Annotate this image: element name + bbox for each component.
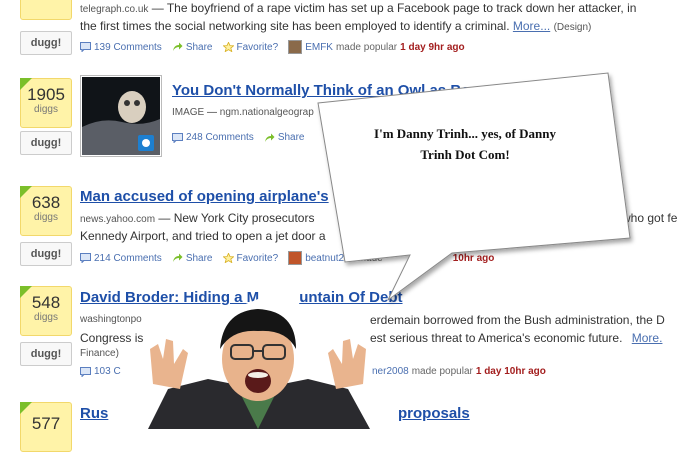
digg-count-label: diggs	[34, 212, 58, 223]
desc-line-2-right: est serious threat to America's economic…	[370, 330, 662, 346]
story-3: 638 diggs dugg! Man accused of opening a…	[0, 180, 680, 270]
share-arrow-icon	[172, 42, 183, 51]
bubble-line-1: I'm Danny Trinh... yes, of Danny	[374, 126, 556, 141]
screaming-person-photo	[128, 299, 383, 429]
favorite-link[interactable]: Favorite?	[237, 42, 279, 53]
story-1: diggs dugg! telegraph.co.uk — The boyfri…	[0, 0, 680, 60]
made-popular-text: made popular	[335, 41, 398, 53]
desc-right-fragment: who got fe	[622, 211, 678, 225]
star-icon	[222, 42, 234, 52]
bubble-line-2: Trinh Dot Com!	[420, 147, 510, 162]
more-link[interactable]: More.	[632, 331, 663, 345]
story-meta: 139 Comments Share Favorite? EMFK made p…	[80, 40, 465, 54]
desc-line-2: the first times the social networking si…	[80, 19, 510, 33]
story-meta: 214 Comments Share Favorite? beatnut2k4 …	[80, 251, 494, 265]
digg-count-box[interactable]: diggs	[20, 0, 72, 20]
popular-corner-marker	[20, 286, 32, 298]
dugg-button[interactable]: dugg!	[20, 242, 72, 266]
story-title-fragment-left[interactable]: Rus	[80, 405, 108, 422]
popular-time: 1 day 9hr ago	[400, 41, 465, 53]
story-source[interactable]: ngm.nationalgeograp	[220, 107, 314, 118]
username[interactable]: beatnut2k4	[305, 253, 355, 264]
made-popular-text: made popular	[411, 366, 473, 377]
comment-icon	[80, 366, 91, 377]
user-avatar[interactable]	[288, 40, 303, 54]
user-avatar[interactable]	[288, 251, 303, 265]
story-source[interactable]: news.yahoo.com	[80, 214, 155, 225]
story-description: news.yahoo.com — New York City prosecuto…	[80, 211, 326, 243]
username[interactable]: EMFK	[305, 42, 333, 53]
more-link[interactable]: More...	[513, 19, 550, 33]
digg-count-label: diggs	[34, 104, 58, 115]
story-thumbnail[interactable]	[80, 75, 162, 157]
comments-link[interactable]: 139 Comments	[94, 42, 162, 53]
digg-count-box[interactable]: 548 diggs	[20, 286, 72, 336]
share-link[interactable]: Share	[186, 253, 213, 264]
favorite-link[interactable]: Favorite?	[237, 253, 279, 264]
digg-count-box[interactable]: 1905 diggs	[20, 78, 72, 128]
dugg-button[interactable]: dugg!	[20, 342, 72, 366]
digg-count-box[interactable]: 577	[20, 402, 72, 452]
share-arrow-icon	[172, 253, 183, 262]
digg-count-box[interactable]: 638 diggs	[20, 186, 72, 236]
desc-right-fragment: erdemain borrowed from the Bush administ…	[370, 313, 665, 327]
comments-link[interactable]: 248 Comments	[186, 132, 254, 143]
made-popular-text: made	[357, 252, 383, 264]
story-source-line: IMAGE — ngm.nationalgeograp	[172, 107, 314, 118]
share-link[interactable]: Share	[278, 132, 305, 143]
desc-line-2: Kennedy Airport, and tried to open a jet…	[80, 229, 326, 243]
image-type-label: IMAGE	[172, 107, 205, 118]
story-topic[interactable]: (Design)	[554, 22, 592, 33]
story-title-link[interactable]: You Don't Normally Think of an Owl as Be	[172, 82, 470, 99]
desc-line-1: New York City prosecutors	[173, 211, 315, 225]
story-description: telegraph.co.uk — The boyfriend of a rap…	[80, 0, 680, 36]
dash: —	[148, 1, 167, 15]
speech-bubble-text: I'm Danny Trinh... yes, of Danny Trinh D…	[345, 123, 585, 165]
comment-icon	[172, 132, 183, 143]
dugg-button[interactable]: dugg!	[20, 131, 72, 155]
popular-time: 10hr ago	[452, 252, 495, 264]
dugg-button[interactable]: dugg!	[20, 31, 72, 55]
popular-corner-marker	[20, 402, 32, 414]
star-icon	[222, 253, 234, 263]
share-arrow-icon	[264, 133, 275, 142]
popular-corner-marker	[20, 78, 32, 90]
owl-image	[82, 77, 160, 155]
desc-line-1: The boyfriend of a rape victim has set u…	[166, 1, 637, 15]
popular-corner-marker	[20, 186, 32, 198]
digg-count: 577	[31, 414, 61, 433]
digg-count-label: diggs	[34, 312, 58, 323]
popular-time: 1 day 10hr ago	[475, 366, 546, 377]
story-source[interactable]: telegraph.co.uk	[80, 4, 148, 15]
story-title-fragment-right[interactable]: proposals	[398, 405, 470, 422]
comments-link[interactable]: 214 Comments	[94, 253, 162, 264]
story-meta: 248 Comments Share	[172, 132, 315, 143]
comment-icon	[80, 42, 91, 52]
comment-icon	[80, 253, 91, 263]
story-title-link[interactable]: Man accused of opening airplane's	[80, 188, 329, 205]
share-link[interactable]: Share	[186, 42, 213, 53]
